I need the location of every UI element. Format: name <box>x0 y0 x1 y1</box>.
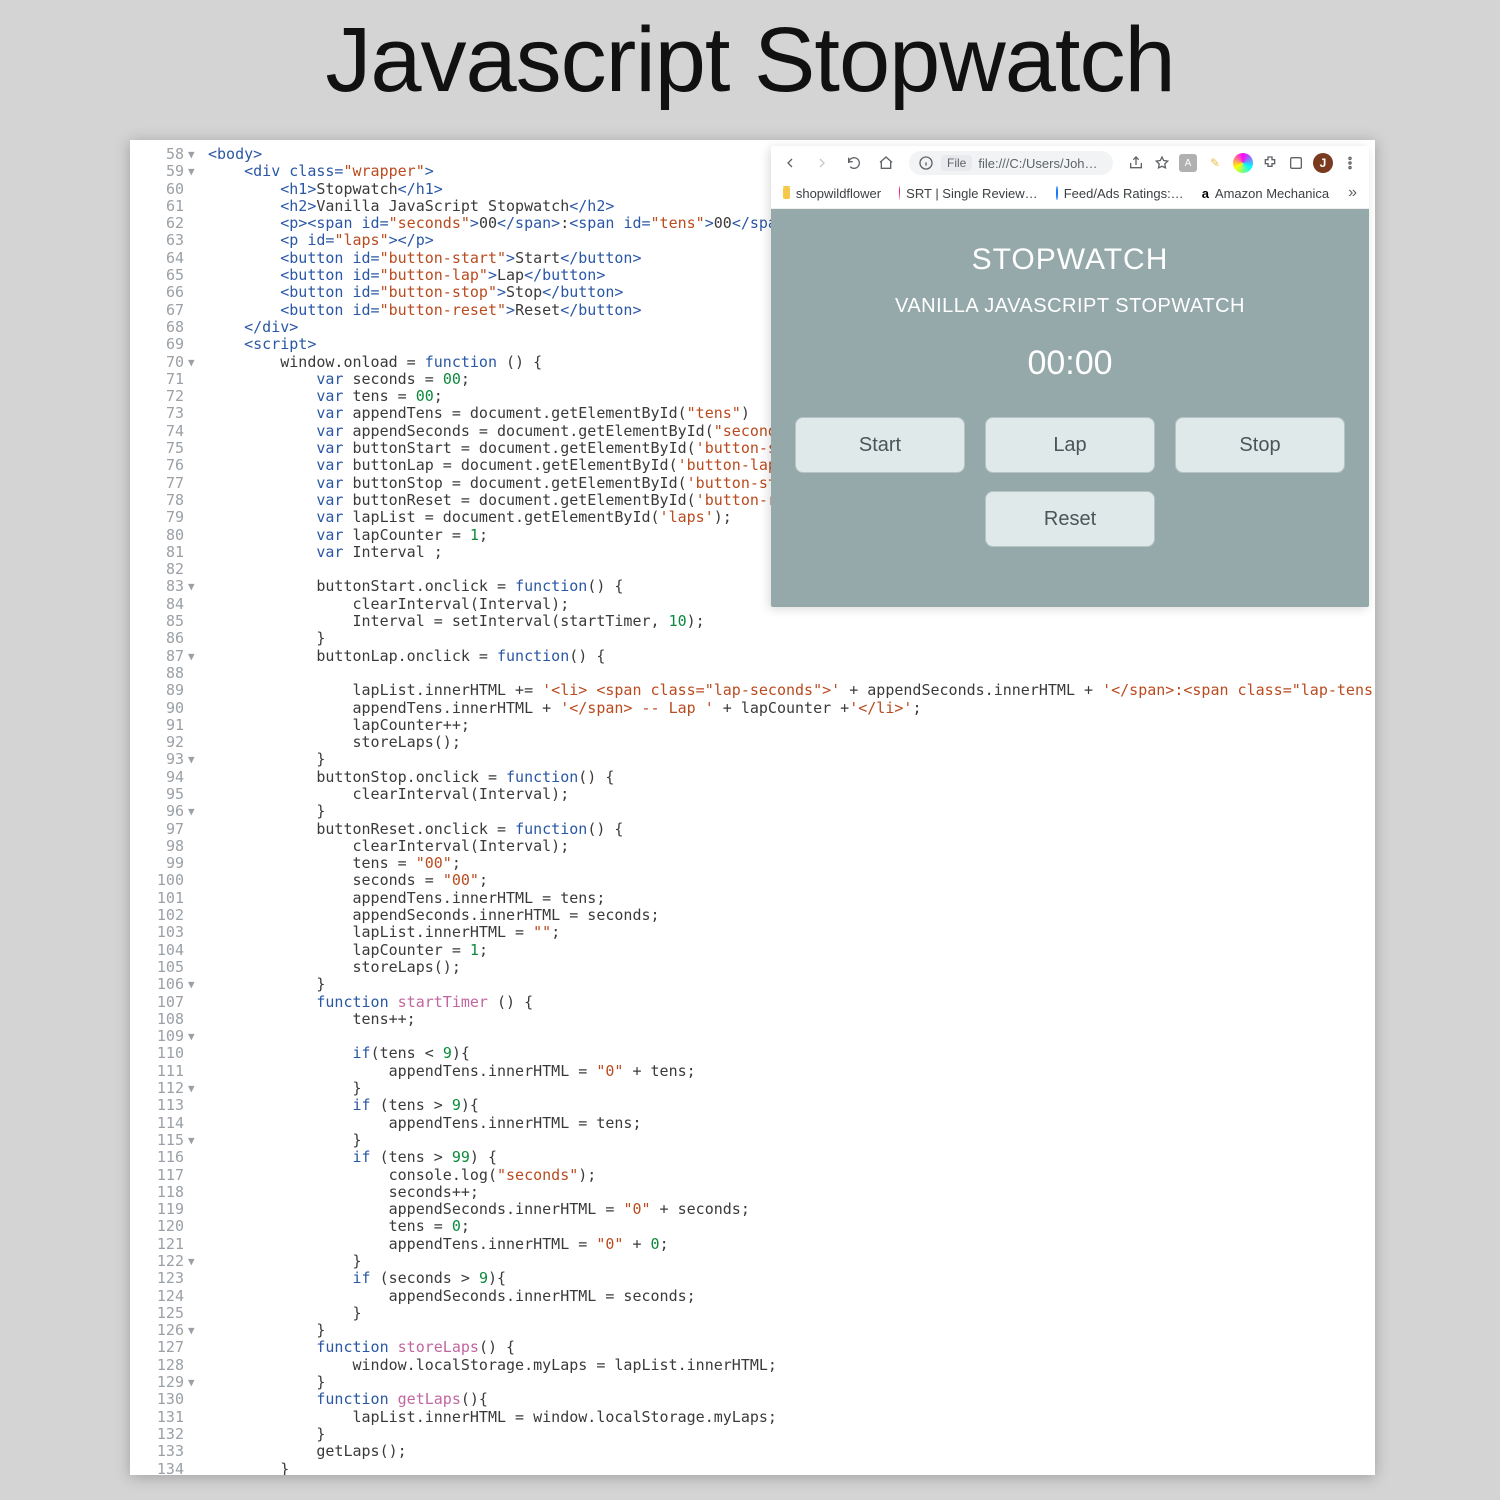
kebab-icon[interactable] <box>1341 154 1359 172</box>
bookmark-label: SRT | Single Review… <box>906 186 1038 201</box>
stage: 58 59 60 61 62 63 64 65 66 67 68 69 70 7… <box>130 140 1375 1475</box>
bookmarks-overflow-icon[interactable]: » <box>1348 184 1357 202</box>
amazon-icon: a <box>1202 186 1209 201</box>
lap-button[interactable]: Lap <box>985 417 1155 473</box>
start-button[interactable]: Start <box>795 417 965 473</box>
facebook-icon <box>1056 186 1058 200</box>
star-icon[interactable] <box>1153 154 1171 172</box>
bookmark-item[interactable]: SRT | Single Review… <box>899 186 1038 201</box>
tens-value: 00 <box>1075 344 1113 382</box>
ext-circle-icon[interactable] <box>1233 153 1253 173</box>
time-separator: : <box>1065 344 1074 382</box>
stop-button[interactable]: Stop <box>1175 417 1345 473</box>
bookmark-label: shopwildflower <box>796 186 881 201</box>
folder-icon <box>783 187 790 199</box>
bookmark-item[interactable]: shopwildflower <box>783 186 881 201</box>
asana-icon <box>899 186 900 200</box>
page-title: Javascript Stopwatch <box>0 8 1500 113</box>
tabs-icon[interactable] <box>1287 154 1305 172</box>
editor-gutter: 58 59 60 61 62 63 64 65 66 67 68 69 70 7… <box>130 140 188 1475</box>
editor-fold-column: ▼ ▼ ▼ ▼ ▼ ▼ ▼ ▼ ▼ ▼ ▼ ▼ ▼ ▼ <box>188 140 204 1475</box>
preview-title: STOPWATCH <box>791 243 1349 277</box>
address-pill: File <box>941 155 972 171</box>
browser-toolbar: File file:///C:/Users/Joh… A ✎ J <box>771 146 1369 180</box>
bookmark-label: Amazon Mechanica… <box>1215 186 1330 201</box>
time-display: 00:00 <box>791 344 1349 383</box>
extensions-icon[interactable] <box>1261 154 1279 172</box>
share-icon[interactable] <box>1127 154 1145 172</box>
home-icon[interactable] <box>877 154 895 172</box>
bookmark-item[interactable]: a Amazon Mechanica… <box>1202 186 1330 201</box>
back-icon[interactable] <box>781 154 799 172</box>
seconds-value: 00 <box>1027 344 1065 382</box>
bookmark-label: Feed/Ads Ratings:… <box>1064 186 1184 201</box>
forward-icon[interactable] <box>813 154 831 172</box>
reset-button[interactable]: Reset <box>985 491 1155 547</box>
ext-pin-icon[interactable]: ✎ <box>1205 153 1225 173</box>
profile-avatar[interactable]: J <box>1313 153 1333 173</box>
bookmarks-bar: shopwildflower SRT | Single Review… Feed… <box>771 180 1369 209</box>
ext-pdf-icon[interactable]: A <box>1179 154 1197 172</box>
address-bar[interactable]: File file:///C:/Users/Joh… <box>909 151 1113 175</box>
reload-icon[interactable] <box>845 154 863 172</box>
stopwatch-preview: STOPWATCH VANILLA JAVASCRIPT STOPWATCH 0… <box>771 209 1369 607</box>
info-icon <box>917 154 935 172</box>
preview-subtitle: VANILLA JAVASCRIPT STOPWATCH <box>791 295 1349 318</box>
browser-window: File file:///C:/Users/Joh… A ✎ J shopwil… <box>771 146 1369 607</box>
bookmark-item[interactable]: Feed/Ads Ratings:… <box>1056 186 1184 201</box>
address-path: file:///C:/Users/Joh… <box>978 156 1097 171</box>
